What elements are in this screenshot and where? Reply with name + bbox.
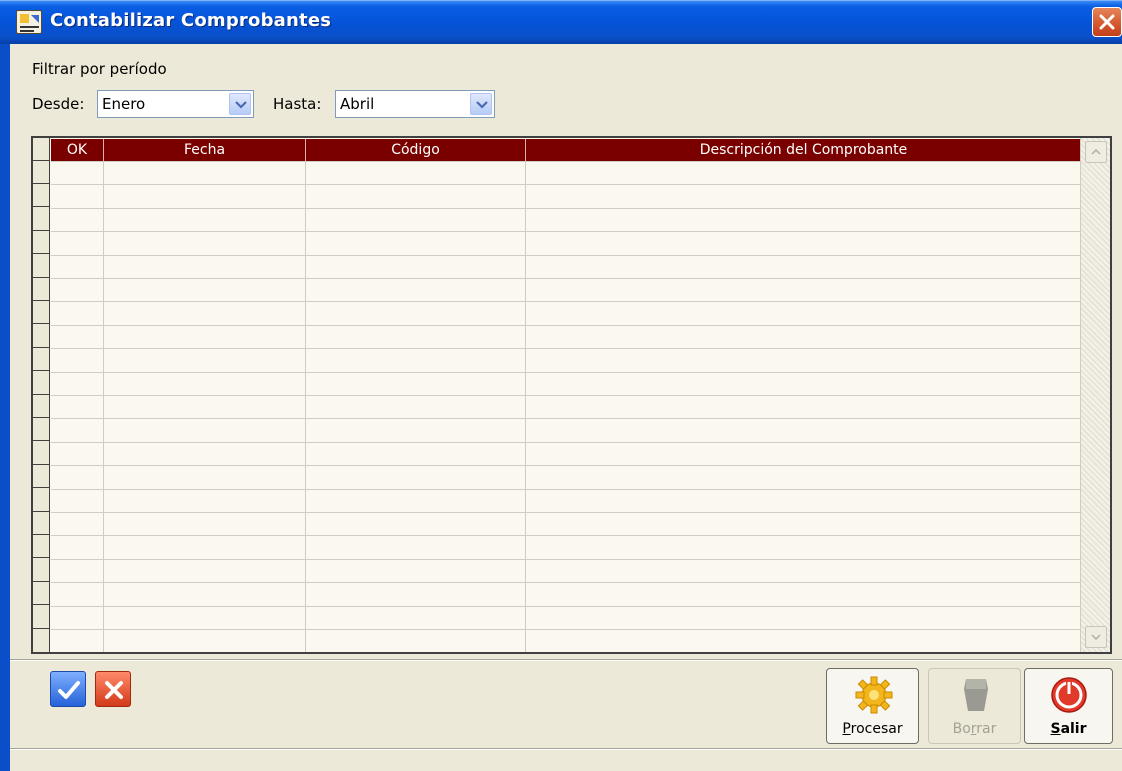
close-icon	[1099, 14, 1115, 30]
row-selector[interactable]	[33, 395, 50, 418]
table-row[interactable]	[51, 184, 1081, 185]
table-row[interactable]	[51, 395, 1081, 396]
hasta-dropdown-button[interactable]	[470, 93, 492, 115]
row-selector[interactable]	[33, 489, 50, 512]
column-divider	[305, 162, 306, 652]
table-row[interactable]	[51, 535, 1081, 536]
scroll-up-button[interactable]	[1085, 141, 1107, 163]
procesar-button[interactable]: Procesar	[826, 668, 919, 744]
row-selector[interactable]	[33, 582, 50, 605]
hasta-label: Hasta:	[273, 95, 322, 113]
table-row[interactable]	[51, 442, 1081, 443]
column-divider	[103, 162, 104, 652]
close-button[interactable]	[1092, 7, 1122, 37]
procesar-button-label: Procesar	[842, 721, 903, 737]
table-row[interactable]	[51, 301, 1081, 302]
eraser-icon	[964, 679, 988, 711]
scroll-down-button[interactable]	[1085, 626, 1107, 648]
row-selector[interactable]	[33, 372, 50, 395]
table-row[interactable]	[51, 512, 1081, 513]
row-selector[interactable]	[33, 208, 50, 231]
desde-select[interactable]: Enero	[97, 90, 254, 118]
table-row[interactable]	[51, 278, 1081, 279]
row-selector[interactable]	[33, 301, 50, 324]
table-row[interactable]	[51, 372, 1081, 373]
row-selector[interactable]	[33, 278, 50, 301]
table-row[interactable]	[51, 231, 1081, 232]
row-selector[interactable]	[33, 512, 50, 535]
desde-select-value: Enero	[102, 95, 146, 113]
app-icon	[16, 10, 42, 34]
filter-group-title: Filtrar por período	[32, 60, 167, 78]
separator	[10, 748, 1122, 750]
row-selector[interactable]	[33, 231, 50, 254]
table-row[interactable]	[51, 629, 1081, 630]
table-row[interactable]	[51, 161, 1081, 162]
column-header-ok[interactable]: OK	[51, 139, 103, 161]
row-selector-column[interactable]	[33, 138, 50, 652]
table-row[interactable]	[51, 606, 1081, 607]
desde-dropdown-button[interactable]	[229, 93, 251, 115]
hasta-select[interactable]: Abril	[335, 90, 495, 118]
deselect-all-button[interactable]	[95, 671, 131, 707]
title-bar: Contabilizar Comprobantes	[0, 0, 1122, 44]
comprobantes-grid[interactable]: OK Fecha Código Descripción del Comproba…	[31, 136, 1112, 654]
separator	[10, 659, 1122, 661]
borrar-button[interactable]: Borrar	[928, 668, 1021, 744]
chevron-down-icon	[1091, 634, 1101, 640]
row-selector[interactable]	[33, 442, 50, 465]
vertical-scrollbar[interactable]	[1080, 138, 1110, 652]
hasta-select-value: Abril	[340, 95, 375, 113]
window-title: Contabilizar Comprobantes	[50, 10, 332, 31]
table-row[interactable]	[51, 582, 1081, 583]
chevron-up-icon	[1091, 149, 1101, 155]
borrar-button-label: Borrar	[952, 721, 997, 737]
gear-icon	[855, 676, 893, 714]
row-selector[interactable]	[33, 418, 50, 441]
column-header-codigo[interactable]: Código	[305, 139, 525, 161]
row-selector[interactable]	[33, 606, 50, 629]
row-selector[interactable]	[33, 348, 50, 371]
row-selector[interactable]	[33, 138, 50, 161]
table-row[interactable]	[51, 325, 1081, 326]
table-row[interactable]	[51, 465, 1081, 466]
row-selector[interactable]	[33, 255, 50, 278]
table-row[interactable]	[51, 418, 1081, 419]
column-header-fecha[interactable]: Fecha	[103, 139, 305, 161]
chevron-down-icon	[476, 101, 488, 109]
column-header-descripcion[interactable]: Descripción del Comprobante	[525, 139, 1081, 161]
row-selector[interactable]	[33, 184, 50, 207]
row-selector[interactable]	[33, 161, 50, 184]
chevron-down-icon	[235, 101, 247, 109]
table-row[interactable]	[51, 208, 1081, 209]
row-selector[interactable]	[33, 535, 50, 558]
table-row[interactable]	[51, 348, 1081, 349]
window-border	[0, 44, 10, 771]
row-selector[interactable]	[33, 325, 50, 348]
row-selector[interactable]	[33, 559, 50, 582]
salir-button[interactable]: Salir	[1024, 668, 1113, 744]
desde-label: Desde:	[32, 95, 85, 113]
grid-header: OK Fecha Código Descripción del Comproba…	[51, 139, 1081, 161]
x-icon	[105, 681, 123, 699]
salir-button-label: Salir	[1050, 721, 1087, 737]
power-icon	[1051, 677, 1087, 713]
table-row[interactable]	[51, 255, 1081, 256]
checkmark-icon	[58, 681, 80, 699]
row-selector[interactable]	[33, 465, 50, 488]
column-divider	[525, 162, 526, 652]
table-row[interactable]	[51, 489, 1081, 490]
select-all-button[interactable]	[50, 671, 86, 707]
table-row[interactable]	[51, 559, 1081, 560]
